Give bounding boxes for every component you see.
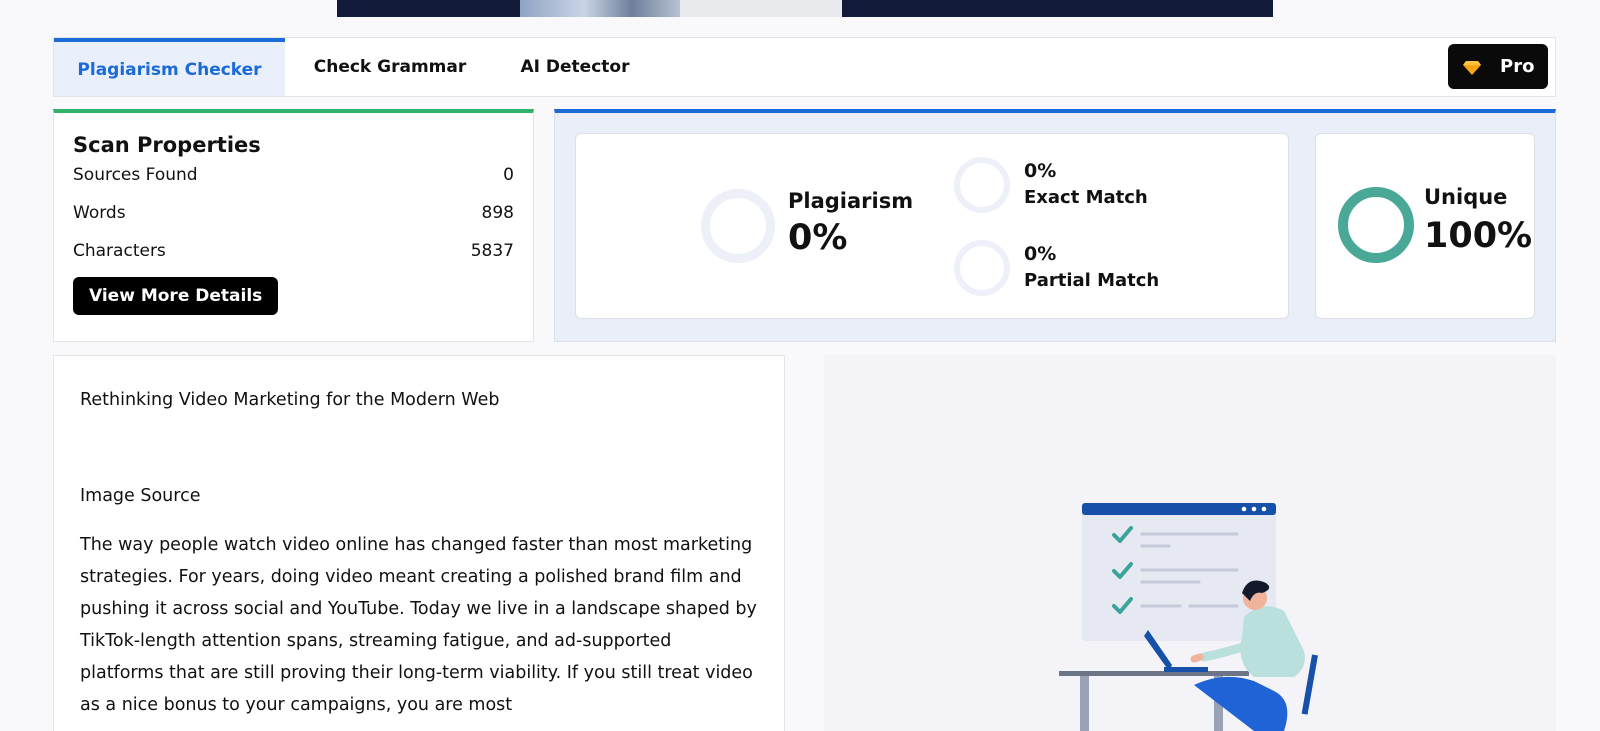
tab-ai-detector[interactable]: AI Detector [495, 38, 655, 96]
tab-plagiarism-checker[interactable]: Plagiarism Checker [54, 38, 285, 96]
prop-value: 5837 [470, 241, 514, 261]
plagiarism-card: Plagiarism 0% 0% Exact Match 0% Partial … [575, 133, 1289, 319]
tool-tabs: Plagiarism Checker Check Grammar AI Dete… [53, 37, 1556, 97]
prop-row-words: Words 898 [73, 203, 514, 241]
tab-check-grammar[interactable]: Check Grammar [285, 38, 495, 96]
pro-button[interactable]: Pro [1448, 44, 1548, 89]
prop-label: Characters [73, 241, 166, 261]
results-panel: Plagiarism 0% 0% Exact Match 0% Partial … [554, 109, 1556, 342]
partial-match-label: Partial Match [1024, 270, 1160, 291]
view-more-details-button[interactable]: View More Details [73, 277, 279, 315]
pro-label: Pro [1500, 56, 1535, 77]
prop-value: 0 [503, 165, 514, 185]
plagiarism-ring [701, 189, 775, 263]
video-banner [337, 0, 1273, 17]
exact-match-ring [954, 157, 1010, 213]
partial-match-ring [954, 240, 1010, 296]
document-body: The way people watch video online has ch… [80, 535, 757, 715]
document-text-panel[interactable]: Rethinking Video Marketing for the Moder… [53, 355, 785, 731]
banner-thumbnail-right [680, 0, 842, 17]
checking-illustration [824, 355, 1556, 731]
image-source-caption: Image Source [80, 486, 201, 506]
exact-match-label: Exact Match [1024, 187, 1148, 208]
scan-properties-card: Scan Properties Sources Found 0 Words 89… [53, 109, 534, 342]
plagiarism-value: 0% [788, 218, 848, 258]
exact-match-value: 0% [1024, 160, 1057, 182]
scan-properties-title: Scan Properties [73, 133, 261, 157]
banner-thumbnail [520, 0, 680, 17]
document-title: Rethinking Video Marketing for the Moder… [80, 390, 500, 410]
prop-label: Sources Found [73, 165, 198, 185]
diamond-icon [1463, 60, 1481, 75]
unique-label: Unique [1424, 185, 1508, 209]
prop-label: Words [73, 203, 126, 223]
unique-value: 100% [1424, 216, 1533, 256]
person-at-laptop-illustration [1059, 503, 1318, 731]
unique-card: Unique 100% [1315, 133, 1535, 319]
unique-ring [1338, 187, 1414, 263]
prop-row-sources: Sources Found 0 [73, 165, 514, 203]
prop-value: 898 [481, 203, 514, 223]
prop-row-characters: Characters 5837 [73, 241, 514, 279]
partial-match-value: 0% [1024, 243, 1057, 265]
plagiarism-label: Plagiarism [788, 189, 914, 213]
